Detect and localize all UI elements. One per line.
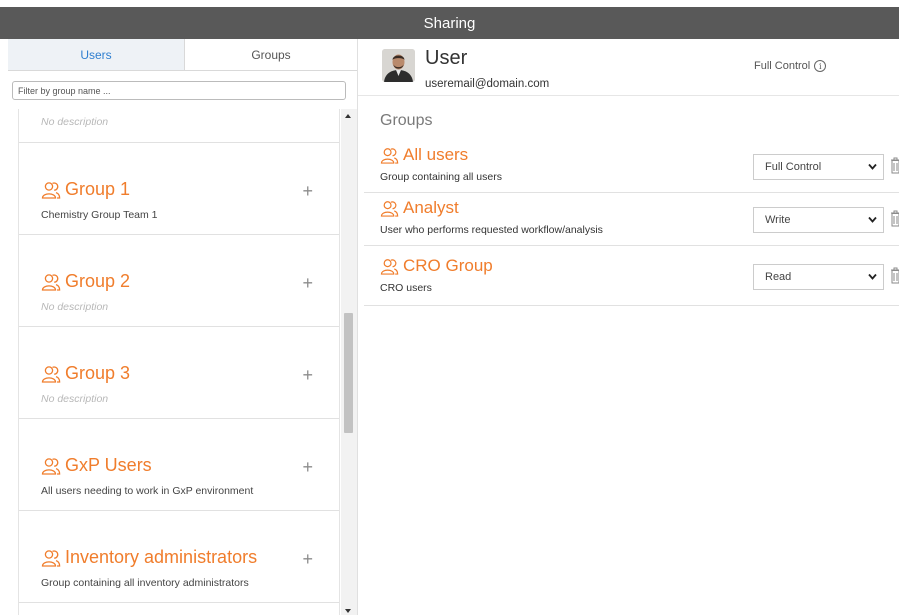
group-description: Chemistry Group Team 1 <box>41 209 158 221</box>
group-card-group-2[interactable]: Group 2 + No description <box>19 235 339 327</box>
user-group-icon <box>380 258 399 275</box>
scrollbar-thumb[interactable] <box>344 313 353 433</box>
chevron-down-icon <box>868 215 877 226</box>
group-name: All users <box>380 145 468 165</box>
group-name: CRO Group <box>380 256 493 276</box>
group-list: + No description Group 1 + Chemistry Gro… <box>18 109 340 615</box>
left-panel: Users Groups + No description Group 1 + … <box>0 39 357 615</box>
group-name-text: CRO Group <box>403 256 493 275</box>
user-group-icon <box>380 200 399 217</box>
group-description: Group containing all users <box>380 171 502 183</box>
trash-icon[interactable] <box>891 267 899 284</box>
group-name-text: Group 1 <box>65 179 131 199</box>
groups-section-title: Groups <box>380 112 433 129</box>
group-card-partial[interactable]: + No description <box>19 109 339 143</box>
info-icon[interactable]: i <box>814 60 827 72</box>
group-name-text: Group 2 <box>65 271 131 291</box>
group-description: User who performs requested workflow/ana… <box>380 224 603 236</box>
group-name: Inventory administrators <box>41 547 257 568</box>
group-name: Group 3 <box>41 363 130 384</box>
group-description: Group containing all inventory administr… <box>41 577 249 589</box>
permission-select-value: Read <box>765 271 792 283</box>
group-description: No description <box>41 116 109 128</box>
chevron-down-icon <box>868 162 877 173</box>
group-name-text: Inventory administrators <box>65 547 258 567</box>
share-row-all-users: All users Group containing all users Ful… <box>364 141 899 193</box>
group-name: Group 2 <box>41 271 130 292</box>
group-description: No description <box>41 301 109 313</box>
permission-select-value: Full Control <box>765 161 822 173</box>
permission-select[interactable]: Write <box>753 207 884 233</box>
group-description: No description <box>41 393 109 405</box>
permission-select[interactable]: Read <box>753 264 884 290</box>
group-name-text: Group 3 <box>65 363 131 383</box>
list-scrollbar[interactable] <box>341 109 357 615</box>
group-name-text: GxP Users <box>65 455 152 475</box>
window-title: Sharing <box>423 14 476 32</box>
add-group-button[interactable]: + <box>302 366 313 384</box>
tab-bar: Users Groups <box>8 39 357 71</box>
user-email: useremail@domain.com <box>425 78 550 90</box>
group-card-group-3[interactable]: Group 3 + No description <box>19 327 339 419</box>
add-group-button[interactable]: + <box>302 274 313 292</box>
group-name-text: Analyst <box>403 198 459 217</box>
group-name-text: All users <box>403 145 469 164</box>
add-group-button[interactable]: + <box>302 458 313 476</box>
permission-select-value: Write <box>765 214 791 226</box>
avatar <box>382 49 415 82</box>
user-name: User <box>425 47 468 69</box>
tab-users[interactable]: Users <box>8 39 185 70</box>
user-group-icon <box>41 365 61 383</box>
user-group-icon <box>41 457 61 475</box>
group-description: All users needing to work in GxP environ… <box>41 485 254 497</box>
user-permission-text: Full Control <box>754 60 811 72</box>
tab-groups[interactable]: Groups <box>185 39 357 70</box>
scroll-up-arrow-icon[interactable] <box>345 114 351 118</box>
group-description: CRO users <box>380 282 432 294</box>
group-name: Group 1 <box>41 179 130 200</box>
user-header: User useremail@domain.com Full Control i <box>358 39 899 96</box>
group-card-group-1[interactable]: Group 1 + Chemistry Group Team 1 <box>19 143 339 235</box>
user-group-icon <box>41 549 61 567</box>
group-name: Analyst <box>380 198 459 218</box>
user-group-icon <box>380 147 399 164</box>
permission-select[interactable]: Full Control <box>753 154 884 180</box>
add-group-button[interactable]: + <box>302 182 313 200</box>
group-card-inventory-administrators[interactable]: Inventory administrators + Group contain… <box>19 511 339 603</box>
right-panel: User useremail@domain.com Full Control i… <box>358 39 899 615</box>
filter-input[interactable] <box>12 81 346 100</box>
group-name: GxP Users <box>41 455 152 476</box>
user-group-icon <box>41 181 61 199</box>
trash-icon[interactable] <box>891 157 899 174</box>
scroll-down-arrow-icon[interactable] <box>345 609 351 613</box>
share-row-analyst: Analyst User who performs requested work… <box>364 194 899 246</box>
user-permission: Full Control i <box>754 60 827 72</box>
group-card-gxp-users[interactable]: GxP Users + All users needing to work in… <box>19 419 339 511</box>
window-title-bar: Sharing <box>0 7 899 39</box>
chevron-down-icon <box>868 272 877 283</box>
share-row-cro-group: CRO Group CRO users Read <box>364 254 899 306</box>
user-group-icon <box>41 273 61 291</box>
trash-icon[interactable] <box>891 210 899 227</box>
add-group-button[interactable]: + <box>302 550 313 568</box>
